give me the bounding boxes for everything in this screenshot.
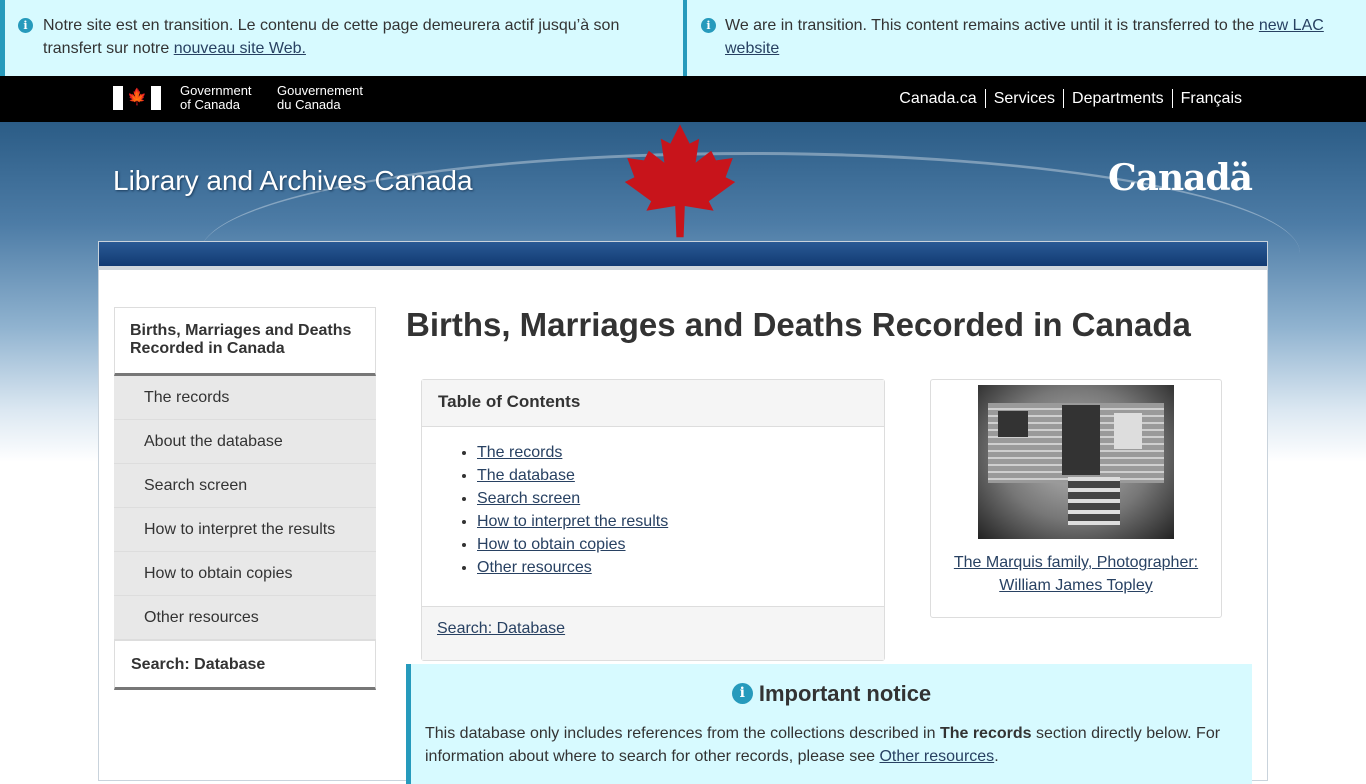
banner-fr-text: Notre site est en transition. Le contenu… xyxy=(43,17,620,57)
canada-flag-icon[interactable]: 🍁 xyxy=(113,86,161,110)
table-of-contents-panel: Table of Contents The records The databa… xyxy=(421,379,885,661)
info-icon: i xyxy=(701,18,716,33)
nav-departments[interactable]: Departments xyxy=(1063,89,1172,108)
site-title[interactable]: Library and Archives Canada xyxy=(113,165,473,197)
frame-divider xyxy=(99,266,1267,270)
maple-leaf-icon xyxy=(624,124,736,238)
list-item: The records xyxy=(477,441,884,464)
toc-link-copies[interactable]: How to obtain copies xyxy=(477,536,626,553)
page-title: Births, Marriages and Deaths Recorded in… xyxy=(406,306,1191,343)
list-item: Search screen xyxy=(477,487,884,510)
government-bar: 🍁 Government of Canada Gouvernement du C… xyxy=(0,76,1366,122)
toc-list: The records The database Search screen H… xyxy=(422,441,884,579)
language-toggle[interactable]: Français xyxy=(1171,89,1250,108)
info-icon: i xyxy=(731,682,753,704)
toc-link-records[interactable]: The records xyxy=(477,444,562,461)
notice-body: This database only includes references f… xyxy=(425,725,1221,765)
toc-link-interpret[interactable]: How to interpret the results xyxy=(477,513,668,530)
toc-link-search-screen[interactable]: Search screen xyxy=(477,490,580,507)
important-notice: i Important notice This database only inc… xyxy=(406,664,1252,784)
toc-footer: Search: Database xyxy=(422,606,884,660)
list-item: The database xyxy=(477,464,884,487)
new-website-link-fr[interactable]: nouveau site Web. xyxy=(174,40,306,57)
nav-services[interactable]: Services xyxy=(984,89,1063,108)
list-item: Other resources xyxy=(477,556,884,579)
toc-heading: Table of Contents xyxy=(422,380,884,427)
toc-search-database-link[interactable]: Search: Database xyxy=(437,620,565,637)
sidenav-item-search-screen[interactable]: Search screen xyxy=(114,464,376,508)
sidenav-item-about-database[interactable]: About the database xyxy=(114,420,376,464)
sidenav-item-interpret-results[interactable]: How to interpret the results xyxy=(114,508,376,552)
transition-banner-en: i We are in transition. This content rem… xyxy=(683,0,1366,76)
photo-figure: The Marquis family, Photographer: Willia… xyxy=(930,379,1222,618)
government-nav: Canada.ca Services Departments Français xyxy=(891,89,1250,108)
sidenav-item-obtain-copies[interactable]: How to obtain copies xyxy=(114,552,376,596)
nav-canada-ca[interactable]: Canada.ca xyxy=(891,89,984,108)
sidenav-item-the-records[interactable]: The records xyxy=(114,376,376,420)
list-item: How to obtain copies xyxy=(477,533,884,556)
canada-wordmark: Canadä xyxy=(1108,157,1253,199)
transition-banner-fr: i Notre site est en transition. Le conte… xyxy=(0,0,683,76)
sidenav-search-database[interactable]: Search: Database xyxy=(114,640,376,690)
sidenav-item-other-resources[interactable]: Other resources xyxy=(114,596,376,640)
list-item: How to interpret the results xyxy=(477,510,884,533)
info-icon: i xyxy=(18,18,33,33)
banner-en-text: We are in transition. This content remai… xyxy=(725,17,1259,34)
frame-top-bar xyxy=(99,242,1267,266)
figure-caption: The Marquis family, Photographer: Willia… xyxy=(941,551,1211,597)
photo-caption-link[interactable]: The Marquis family, Photographer: Willia… xyxy=(954,554,1198,594)
notice-heading: i Important notice xyxy=(411,681,1252,707)
section-nav-heading[interactable]: Births, Marriages and Deaths Recorded in… xyxy=(114,307,376,376)
signature-fr[interactable]: Gouvernement du Canada xyxy=(277,84,363,112)
toc-link-other-resources[interactable]: Other resources xyxy=(477,559,592,576)
toc-link-database[interactable]: The database xyxy=(477,467,575,484)
marquis-family-photo[interactable] xyxy=(978,385,1174,539)
signature-en[interactable]: Government of Canada xyxy=(180,84,252,112)
section-nav: Births, Marriages and Deaths Recorded in… xyxy=(114,307,376,690)
notice-other-resources-link[interactable]: Other resources xyxy=(879,748,994,765)
